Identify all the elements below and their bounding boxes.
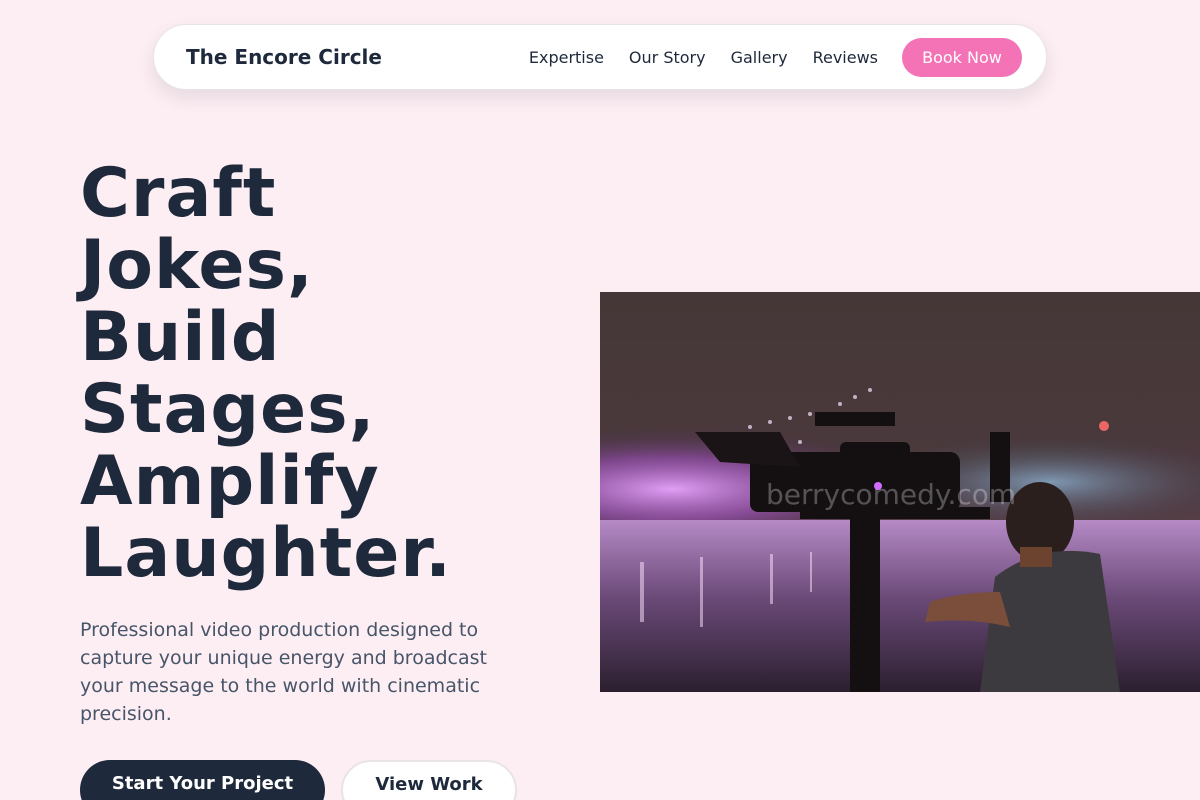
hero-title-line: Build	[80, 298, 281, 377]
hero-title: Craft Jokes, Build Stages, Amplify Laugh…	[80, 158, 560, 590]
hero-title-line: Amplify	[80, 442, 380, 521]
hero-description: Professional video production designed t…	[80, 619, 487, 725]
hero-title-line: Laughter.	[80, 514, 453, 593]
nav-links: Expertise Our Story Gallery Reviews	[529, 48, 878, 67]
image-watermark: berrycomedy.com	[766, 478, 1017, 511]
hero-title-line: Stages,	[80, 370, 376, 449]
nav-link-our-story[interactable]: Our Story	[629, 48, 706, 67]
brand-logo[interactable]: The Encore Circle	[186, 45, 382, 69]
landing-page: The Encore Circle Expertise Our Story Ga…	[0, 0, 1200, 800]
hero-title-line: Craft	[80, 154, 277, 233]
nav-link-reviews[interactable]: Reviews	[813, 48, 878, 67]
book-now-button[interactable]: Book Now	[902, 37, 1022, 77]
nav-link-expertise[interactable]: Expertise	[529, 48, 604, 67]
start-project-button[interactable]: Start Your Project	[80, 760, 325, 800]
top-navigation: The Encore Circle Expertise Our Story Ga…	[153, 24, 1047, 90]
hero-photo-camera-operator: berrycomedy.com	[600, 292, 1200, 692]
hero-title-line: Jokes,	[80, 226, 314, 305]
view-work-button[interactable]: View Work	[341, 760, 517, 800]
nav-link-gallery[interactable]: Gallery	[731, 48, 788, 67]
